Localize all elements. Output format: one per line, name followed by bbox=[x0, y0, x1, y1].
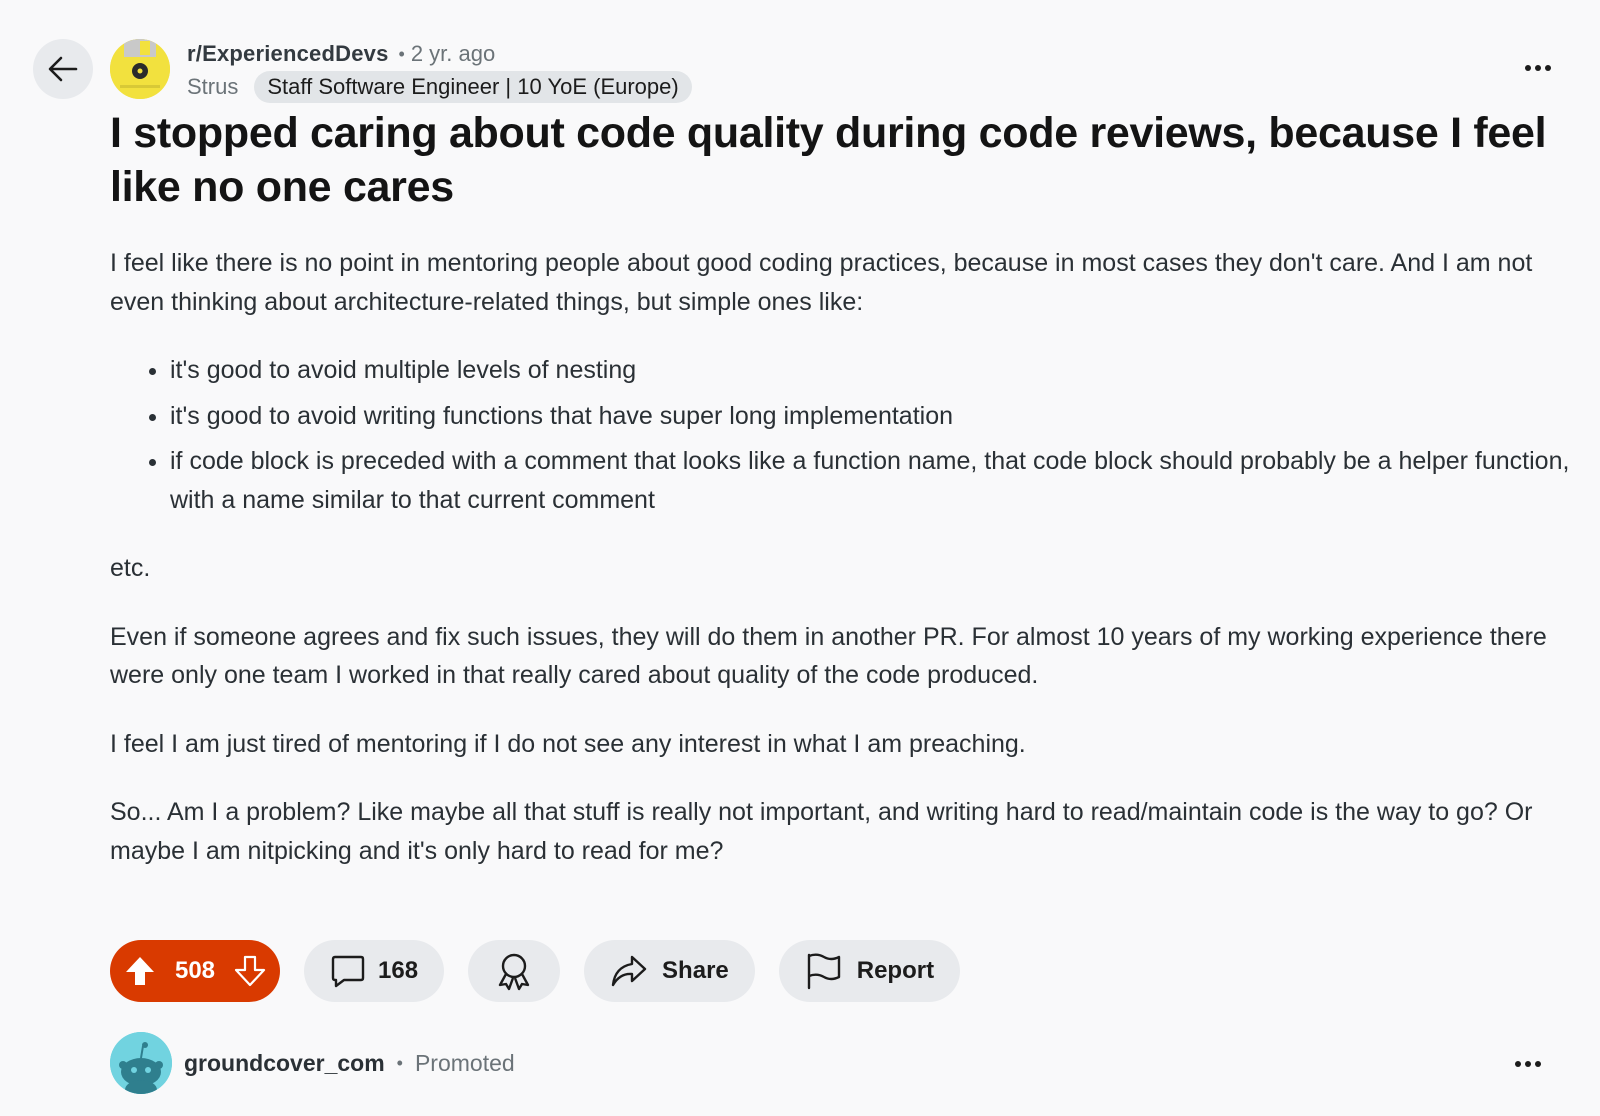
post-title: I stopped caring about code quality duri… bbox=[110, 109, 1547, 211]
more-icon bbox=[1525, 65, 1551, 71]
flag-icon-wrap bbox=[805, 952, 843, 990]
post-body: I feel like there is no point in mentori… bbox=[110, 244, 1570, 900]
post-page: r/ExperiencedDevs • 2 yr. ago Strus Staf… bbox=[0, 0, 1600, 1116]
author-link[interactable]: Strus bbox=[187, 72, 238, 102]
promoted-post-header: groundcover_com • Promoted bbox=[110, 1032, 1550, 1094]
post-paragraph: etc. bbox=[110, 554, 151, 582]
upvote-button[interactable] bbox=[124, 955, 156, 987]
back-button[interactable] bbox=[33, 39, 93, 99]
post-paragraph: I feel like there is no point in mentori… bbox=[110, 249, 1533, 316]
more-icon bbox=[1515, 1061, 1541, 1067]
award-icon bbox=[498, 953, 530, 991]
meta-separator: • bbox=[398, 44, 405, 64]
user-flair: Staff Software Engineer | 10 YoE (Europe… bbox=[254, 71, 692, 103]
promoted-author-link[interactable]: groundcover_com bbox=[184, 1050, 385, 1077]
post-time: 2 yr. ago bbox=[410, 41, 496, 66]
award-button[interactable] bbox=[468, 940, 561, 1002]
report-label: Report bbox=[856, 957, 935, 984]
comments-button[interactable]: 168 bbox=[304, 940, 445, 1002]
subreddit-logo-icon bbox=[110, 39, 170, 99]
promoted-label: Promoted bbox=[414, 1049, 515, 1076]
reddit-snoo-icon bbox=[110, 1032, 172, 1094]
share-label: Share bbox=[662, 957, 729, 984]
downvote-button[interactable] bbox=[234, 955, 266, 987]
share-button[interactable]: Share bbox=[584, 940, 755, 1002]
back-arrow-icon bbox=[48, 56, 78, 82]
post-paragraph: Even if someone agrees and fix such issu… bbox=[110, 622, 1547, 690]
post-paragraph: So... Am I a problem? Like maybe all tha… bbox=[110, 798, 1533, 865]
list-item: it's good to avoid multiple levels of ne… bbox=[170, 351, 1570, 390]
comment-icon-wrap bbox=[330, 953, 366, 989]
vote-count: 508 bbox=[174, 957, 216, 984]
list-item: it's good to avoid writing functions tha… bbox=[170, 397, 1570, 436]
share-icon bbox=[611, 955, 647, 987]
post-meta: r/ExperiencedDevs • 2 yr. ago Strus Staf… bbox=[187, 40, 692, 103]
downvote-icon bbox=[234, 955, 266, 987]
subreddit-avatar[interactable] bbox=[110, 39, 170, 99]
promoted-avatar[interactable] bbox=[110, 1032, 172, 1094]
meta-line-top: r/ExperiencedDevs • 2 yr. ago bbox=[187, 40, 692, 68]
list-item: if code block is preceded with a comment… bbox=[170, 442, 1570, 519]
promoted-separator: • bbox=[396, 1052, 403, 1073]
comment-count: 168 bbox=[378, 957, 419, 984]
meta-line-bottom: Strus Staff Software Engineer | 10 YoE (… bbox=[187, 71, 692, 103]
vote-control: 508 bbox=[110, 940, 280, 1002]
post-actions: 508 168 Share Report bbox=[110, 940, 984, 1002]
subreddit-link[interactable]: r/ExperiencedDevs bbox=[187, 40, 389, 68]
promoted-more-button[interactable] bbox=[1506, 1048, 1550, 1080]
comment-icon bbox=[331, 955, 365, 988]
report-button[interactable]: Report bbox=[778, 940, 961, 1002]
post-paragraph: I feel I am just tired of mentoring if I… bbox=[110, 729, 1026, 758]
upvote-icon bbox=[126, 957, 154, 985]
post-more-button[interactable] bbox=[1516, 52, 1560, 84]
share-icon-wrap bbox=[610, 953, 648, 989]
flag-icon bbox=[807, 953, 840, 990]
post-bullet-list: it's good to avoid multiple levels of ne… bbox=[110, 351, 1570, 519]
